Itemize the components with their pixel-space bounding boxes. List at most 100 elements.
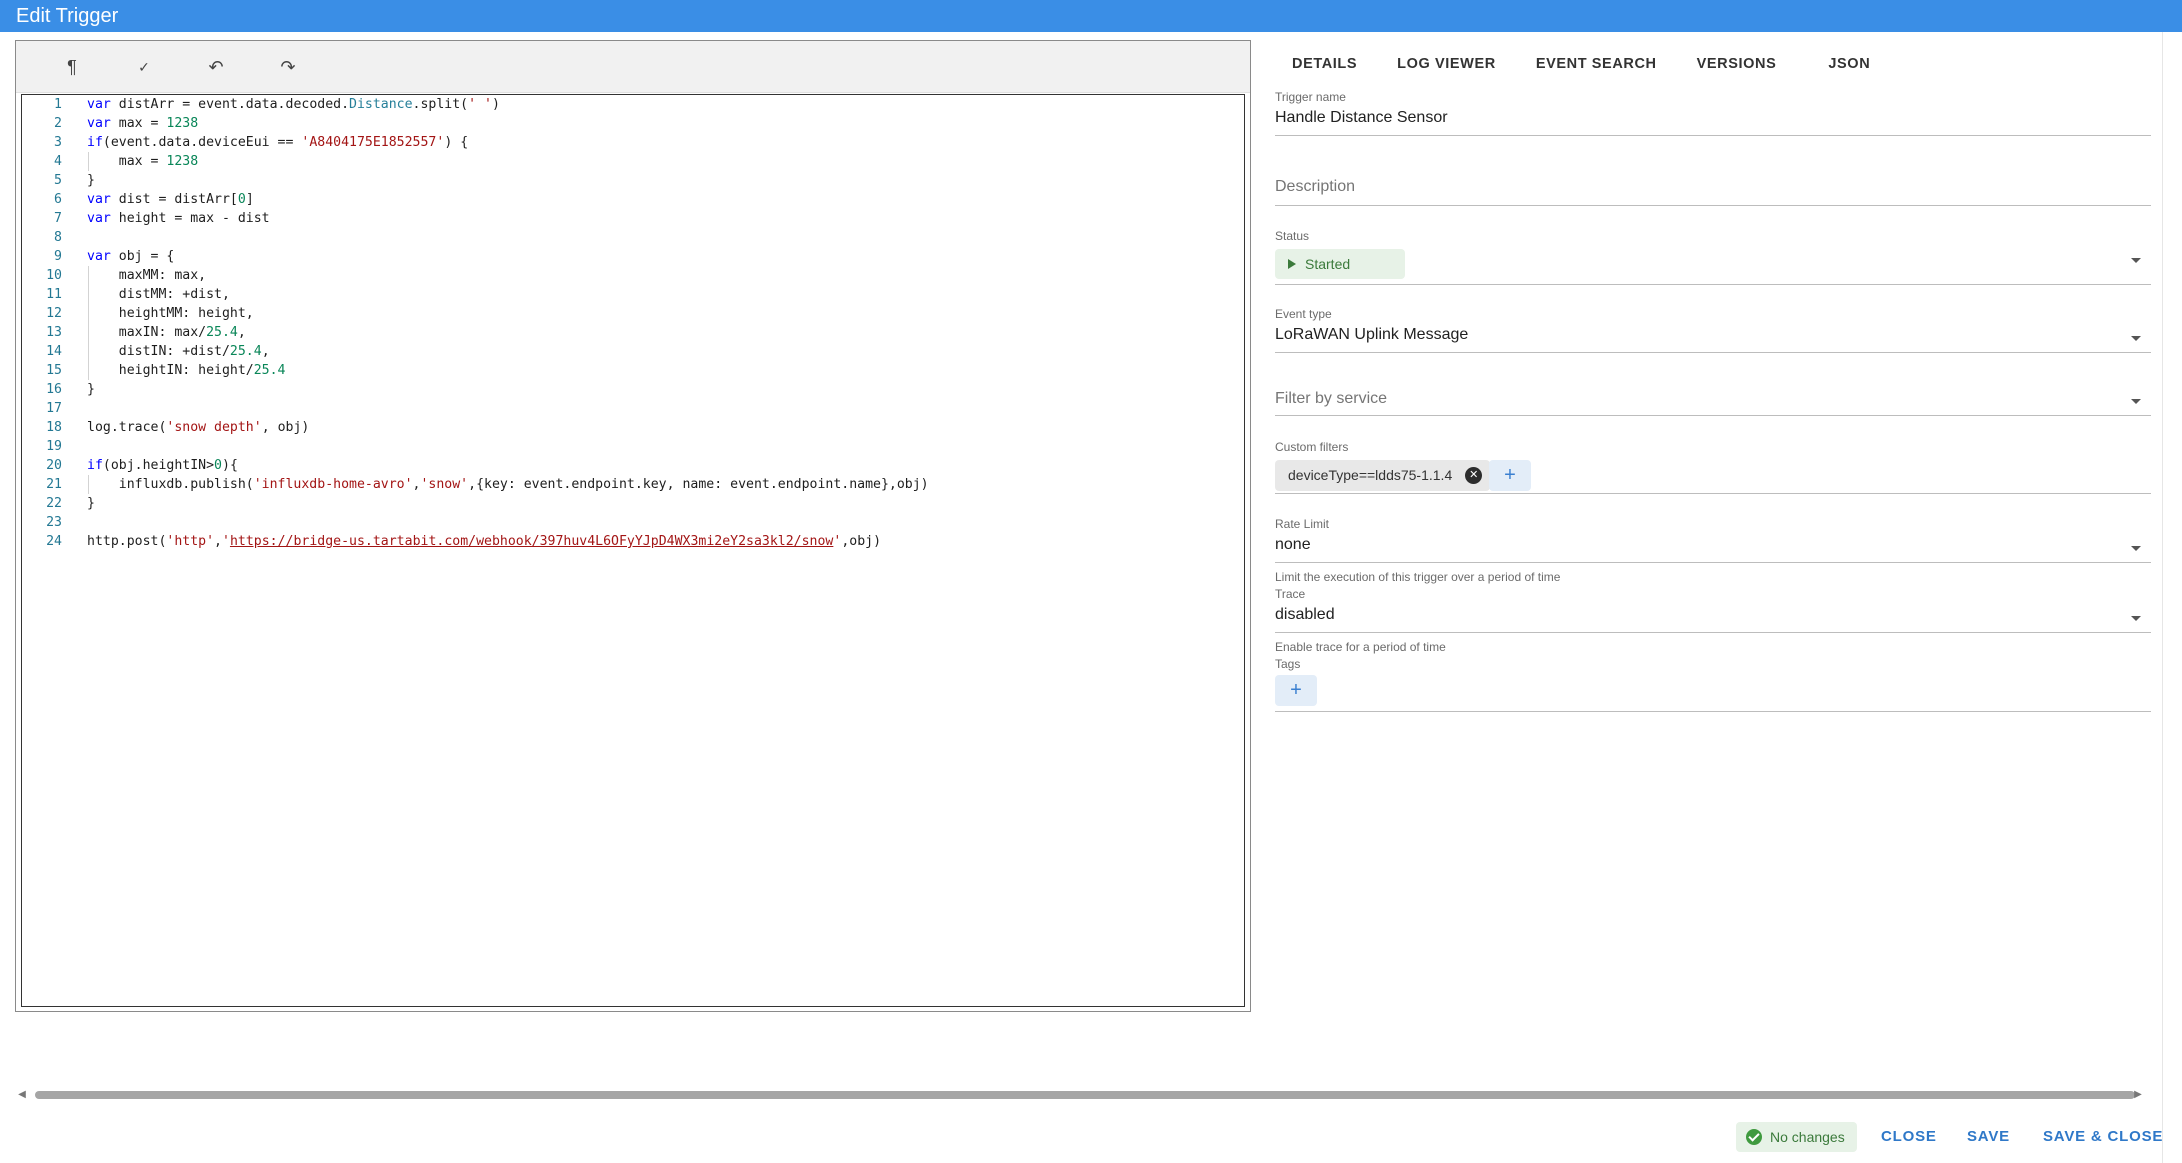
- filter-service-input[interactable]: Filter by service: [1275, 390, 2151, 408]
- tab-details[interactable]: DETAILS: [1275, 44, 1377, 84]
- event-type-label: Event type: [1275, 307, 1332, 321]
- scroll-left-icon[interactable]: ◀: [15, 1088, 29, 1102]
- line-number: 15: [46, 363, 62, 378]
- line-number: 11: [46, 287, 62, 302]
- line-number: 9: [54, 249, 62, 264]
- code-line[interactable]: 7 var height = max - dist: [22, 209, 1244, 228]
- code-line[interactable]: 18 log.trace('snow depth', obj): [22, 418, 1244, 437]
- close-icon[interactable]: ✕: [1465, 467, 1483, 484]
- chevron-down-icon[interactable]: [2131, 258, 2141, 263]
- code-line[interactable]: 23: [22, 513, 1244, 532]
- description-input[interactable]: Description: [1275, 178, 2151, 196]
- code-line[interactable]: 9 var obj = {: [22, 247, 1244, 266]
- close-button[interactable]: CLOSE: [1881, 1122, 1937, 1152]
- description-field[interactable]: Description: [1275, 178, 2151, 206]
- rate-limit-value: none: [1275, 536, 1311, 553]
- add-filter-button[interactable]: +: [1489, 460, 1531, 491]
- line-number: 1: [54, 97, 62, 112]
- code-text: distIN: +dist/25.4,: [87, 344, 270, 359]
- editor-toolbar: ¶ ✓ ↶ ↷: [16, 41, 1250, 93]
- code-line[interactable]: 8: [22, 228, 1244, 247]
- code-text: var obj = {: [87, 249, 175, 264]
- play-icon: [1288, 259, 1296, 269]
- code-line[interactable]: 4 max = 1238: [22, 152, 1244, 171]
- add-tag-button[interactable]: +: [1275, 675, 1317, 706]
- code-line[interactable]: 2 var max = 1238: [22, 114, 1244, 133]
- status-select[interactable]: Status Started: [1275, 229, 2151, 285]
- event-type-select[interactable]: Event type LoRaWAN Uplink Message: [1275, 307, 2151, 353]
- code-text: heightMM: height,: [87, 306, 254, 321]
- status-label: Status: [1275, 229, 1310, 243]
- code-line[interactable]: 3 if(event.data.deviceEui == 'A8404175E18…: [22, 133, 1244, 152]
- undo-icon[interactable]: ↶: [198, 49, 234, 85]
- filter-chip[interactable]: deviceType==ldds75-1.1.4 ✕: [1275, 460, 1491, 491]
- code-line[interactable]: 10 maxMM: max,: [22, 266, 1244, 285]
- redo-icon[interactable]: ↷: [270, 49, 306, 85]
- indent-guide: [88, 152, 89, 171]
- trigger-name-input[interactable]: Handle Distance Sensor: [1275, 109, 2151, 127]
- code-line[interactable]: 22}: [22, 494, 1244, 513]
- code-line[interactable]: 5}: [22, 171, 1244, 190]
- trace-hint: Enable trace for a period of time: [1275, 640, 1446, 654]
- tab-json[interactable]: JSON: [1796, 44, 1890, 84]
- line-number: 10: [46, 268, 62, 283]
- code-line[interactable]: 20 if(obj.heightIN>0){: [22, 456, 1244, 475]
- code-line[interactable]: 21 influxdb.publish('influxdb-home-avro'…: [22, 475, 1244, 494]
- code-line[interactable]: 6 var dist = distArr[0]: [22, 190, 1244, 209]
- chevron-down-icon[interactable]: [2131, 546, 2141, 551]
- scroll-right-icon[interactable]: ▶: [2131, 1088, 2145, 1102]
- tab-event-search[interactable]: EVENT SEARCH: [1516, 44, 1677, 84]
- tags-label: Tags: [1275, 657, 1301, 671]
- indent-guide: [88, 475, 89, 494]
- code-line[interactable]: 19: [22, 437, 1244, 456]
- code-line[interactable]: 24 http.post('http','https://bridge-us.ta…: [22, 532, 1244, 551]
- chevron-down-icon[interactable]: [2131, 399, 2141, 404]
- code-text: }: [87, 496, 95, 511]
- status-value: Started: [1305, 256, 1351, 272]
- code-line[interactable]: 1 var distArr = event.data.decoded.Distan…: [22, 95, 1244, 114]
- line-number: 24: [46, 534, 62, 549]
- format-check-icon[interactable]: ✓: [126, 49, 162, 85]
- line-number: 22: [46, 496, 62, 511]
- line-number: 13: [46, 325, 62, 340]
- trace-value: disabled: [1275, 606, 1335, 623]
- line-number: 8: [54, 230, 62, 245]
- scrollbar-thumb[interactable]: [35, 1091, 2135, 1099]
- line-number: 4: [54, 154, 62, 169]
- window-title: Edit Trigger: [0, 0, 2182, 32]
- line-number: 19: [46, 439, 62, 454]
- code-line[interactable]: 11 distMM: +dist,: [22, 285, 1244, 304]
- horizontal-scrollbar[interactable]: ◀ ▶: [15, 1088, 2145, 1102]
- trace-label: Trace: [1275, 587, 1306, 601]
- line-number: 6: [54, 192, 62, 207]
- code-text: }: [87, 173, 95, 188]
- code-textarea[interactable]: 1 var distArr = event.data.decoded.Distan…: [21, 94, 1245, 1007]
- code-line[interactable]: 16}: [22, 380, 1244, 399]
- code-text: var max = 1238: [87, 116, 199, 131]
- code-line[interactable]: 15 heightIN: height/25.4: [22, 361, 1244, 380]
- chevron-down-icon[interactable]: [2131, 616, 2141, 621]
- event-type-value: LoRaWAN Uplink Message: [1275, 326, 1469, 343]
- code-text: maxIN: max/25.4,: [87, 325, 246, 340]
- line-number: 3: [54, 135, 62, 150]
- rate-limit-hint: Limit the execution of this trigger over…: [1275, 570, 1561, 584]
- save-button[interactable]: SAVE: [1967, 1122, 2010, 1152]
- tab-versions[interactable]: VERSIONS: [1677, 44, 1797, 84]
- code-line[interactable]: 13 maxIN: max/25.4,: [22, 323, 1244, 342]
- line-number: 21: [46, 477, 62, 492]
- code-line[interactable]: 17: [22, 399, 1244, 418]
- line-number: 17: [46, 401, 62, 416]
- tab-log-viewer[interactable]: LOG VIEWER: [1377, 44, 1516, 84]
- rate-limit-select[interactable]: Rate Limit none: [1275, 517, 2151, 563]
- pilcrow-icon[interactable]: ¶: [54, 49, 90, 85]
- chevron-down-icon[interactable]: [2131, 336, 2141, 341]
- code-text: }: [87, 382, 95, 397]
- code-line[interactable]: 12 heightMM: height,: [22, 304, 1244, 323]
- code-text: influxdb.publish('influxdb-home-avro','s…: [87, 477, 929, 492]
- trigger-name-field[interactable]: Trigger name Handle Distance Sensor: [1275, 90, 2151, 136]
- save-and-close-button[interactable]: SAVE & CLOSE: [2043, 1122, 2163, 1152]
- code-line[interactable]: 14 distIN: +dist/25.4,: [22, 342, 1244, 361]
- trace-select[interactable]: Trace disabled: [1275, 587, 2151, 633]
- custom-filters-label: Custom filters: [1275, 440, 1349, 454]
- filter-service-select[interactable]: Filter by service: [1275, 390, 2151, 416]
